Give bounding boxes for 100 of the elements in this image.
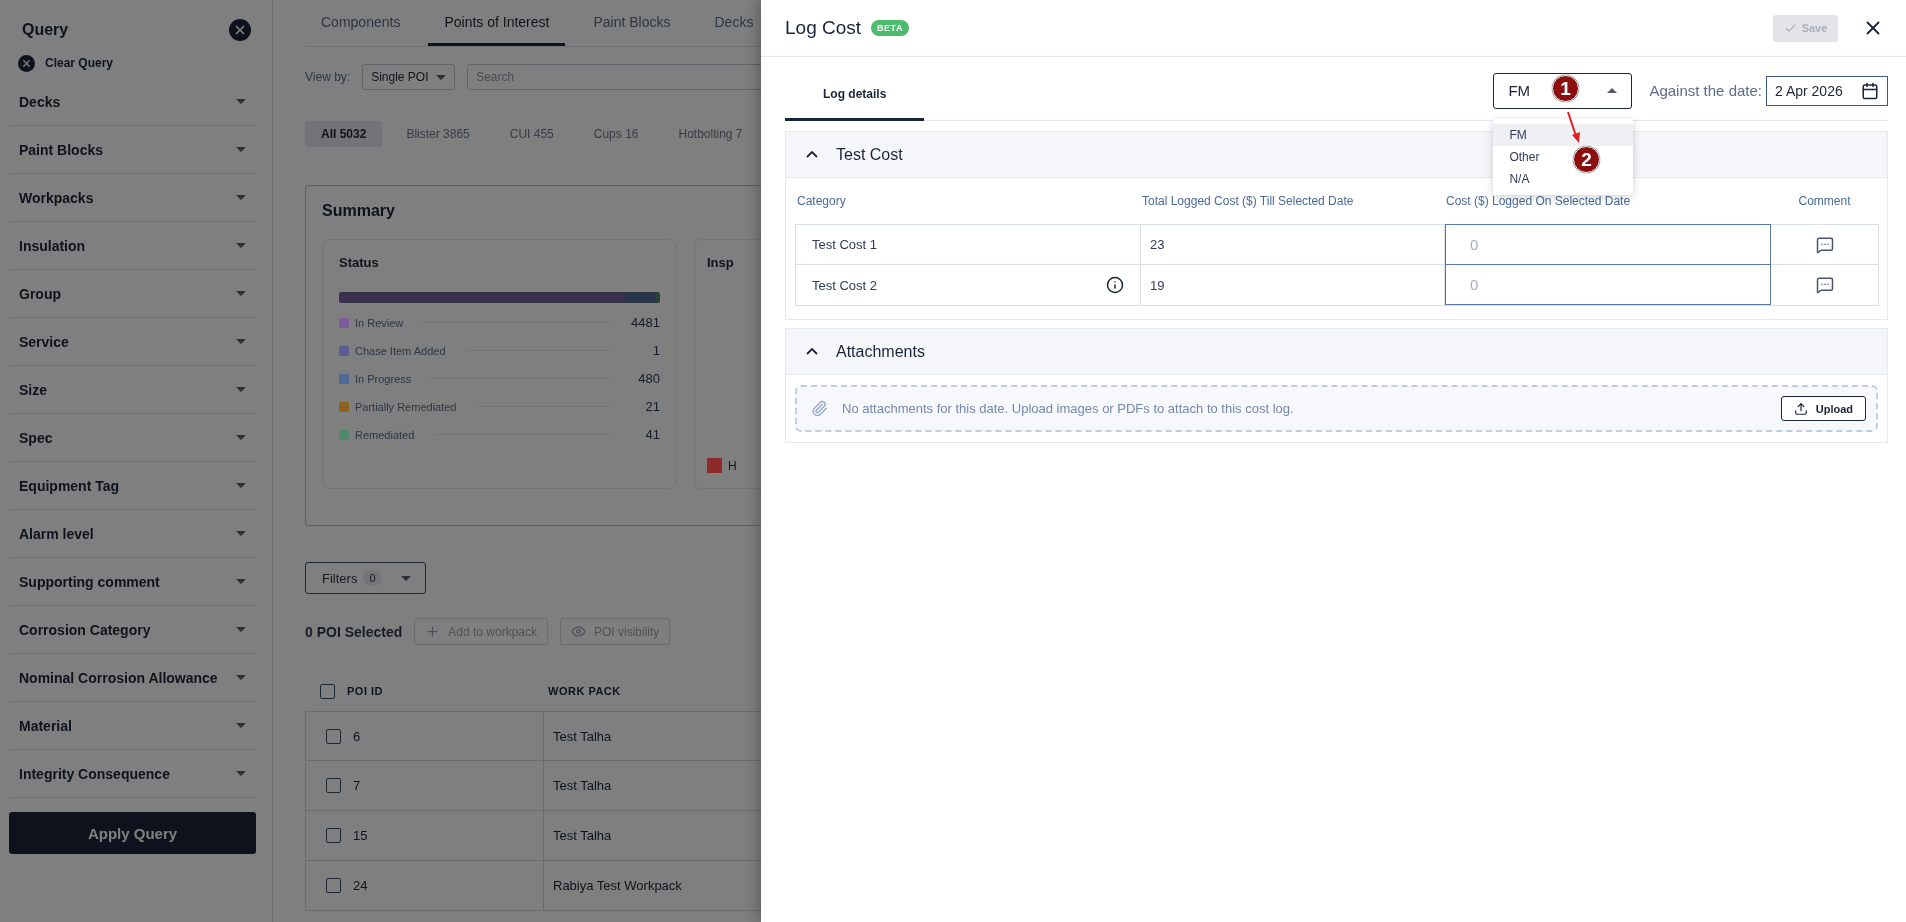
checkbox[interactable] bbox=[326, 878, 341, 893]
filter-chip[interactable]: CUI 455 bbox=[493, 121, 570, 147]
column-header: WORK PACK bbox=[548, 685, 621, 697]
caret-icon bbox=[236, 675, 246, 680]
cost-input-field[interactable]: 0 bbox=[1445, 224, 1771, 265]
table-cell: 6 bbox=[353, 728, 361, 744]
date-field[interactable]: 2 Apr 2026 bbox=[1766, 75, 1888, 106]
filter-dropdown[interactable]: Service bbox=[9, 318, 256, 366]
legend-count: 21 bbox=[644, 399, 660, 414]
filter-chip[interactable]: Cups 16 bbox=[577, 121, 655, 147]
date-label: Against the date: bbox=[1649, 82, 1762, 99]
caret-icon bbox=[236, 291, 246, 296]
filter-dropdown[interactable]: Insulation bbox=[9, 222, 256, 270]
tab[interactable]: Decks bbox=[698, 0, 761, 46]
drawer-title: Log Cost bbox=[785, 17, 862, 39]
checkbox[interactable] bbox=[326, 828, 341, 843]
comment-icon bbox=[1815, 276, 1834, 294]
tab[interactable]: Points of Interest bbox=[428, 0, 566, 46]
card-title: Insp bbox=[707, 255, 735, 270]
legend-count: 41 bbox=[644, 427, 660, 442]
filter-dropdown[interactable]: Corrosion Category bbox=[9, 606, 256, 654]
upload-button[interactable]: Upload bbox=[1780, 396, 1866, 421]
section-title: Test Cost bbox=[836, 145, 903, 164]
search-field[interactable]: Search bbox=[467, 64, 761, 90]
caret-icon bbox=[236, 147, 246, 152]
calendar-icon bbox=[1861, 81, 1879, 100]
clear-query-button[interactable]: Clear Query bbox=[9, 52, 114, 74]
caret-icon bbox=[236, 579, 246, 584]
filter-dropdown[interactable]: Group bbox=[9, 270, 256, 318]
caret-icon bbox=[1607, 88, 1618, 93]
caret-icon bbox=[401, 575, 411, 581]
section-title: Attachments bbox=[836, 342, 925, 361]
chevron-icon bbox=[806, 151, 818, 158]
table-cell: 7 bbox=[353, 778, 361, 793]
clear-icon bbox=[18, 54, 35, 72]
column-header: Comment bbox=[1797, 194, 1852, 208]
filter-chip[interactable]: Hotbolting 7 bbox=[662, 121, 759, 147]
caret-icon bbox=[236, 531, 246, 536]
beta-badge: BETA bbox=[871, 20, 909, 36]
filter-chip[interactable]: All 5032 bbox=[305, 121, 383, 147]
tab[interactable]: Components bbox=[305, 0, 417, 46]
filter-dropdown[interactable]: Supporting comment bbox=[9, 558, 256, 606]
column-header: Category bbox=[796, 194, 847, 208]
column-header: Total Logged Cost ($) Till Selected Date bbox=[1141, 194, 1355, 208]
filter-dropdown[interactable]: Nominal Corrosion Allowance bbox=[9, 654, 256, 702]
filter-dropdown[interactable]: Material bbox=[9, 702, 256, 750]
legend-label: Remediated bbox=[355, 428, 415, 441]
filter-dropdown[interactable]: Workpacks bbox=[9, 174, 256, 222]
filter-chip[interactable]: Blister 3865 bbox=[390, 121, 486, 147]
caret-icon bbox=[236, 723, 246, 728]
filter-dropdown[interactable]: Alarm level bbox=[9, 510, 256, 558]
filter-dropdown[interactable]: Decks bbox=[9, 78, 256, 126]
category-label: Test Cost 2 bbox=[812, 277, 878, 293]
upload-icon bbox=[1793, 401, 1808, 416]
card-title: Status bbox=[339, 255, 380, 270]
info-icon[interactable] bbox=[1106, 276, 1124, 294]
table-cell: Rabiya Test Workpack bbox=[553, 878, 682, 893]
filter-dropdown[interactable]: Spec bbox=[9, 414, 256, 462]
legend-count: 4481 bbox=[630, 315, 660, 330]
caret-icon bbox=[236, 99, 246, 104]
menu-item[interactable]: N/A bbox=[1493, 167, 1634, 190]
table-cell: Test Talha bbox=[553, 828, 612, 843]
paperclip-icon bbox=[811, 400, 828, 417]
category-label: Test Cost 1 bbox=[812, 237, 878, 252]
filter-dropdown[interactable]: Paint Blocks bbox=[9, 126, 256, 174]
legend-count: 480 bbox=[637, 371, 660, 386]
arrow-icon bbox=[1565, 110, 1583, 144]
table-cell: Test Talha bbox=[553, 778, 612, 793]
filter-dropdown[interactable]: Size bbox=[9, 366, 256, 414]
tab[interactable]: Log details bbox=[785, 69, 925, 121]
cost-input-field[interactable]: 0 bbox=[1445, 264, 1771, 305]
legend-label: Partially Remediated bbox=[355, 400, 457, 413]
section-header[interactable]: Attachments bbox=[786, 329, 1887, 375]
view-by-label: View by: bbox=[305, 70, 351, 84]
apply-query-button[interactable]: Apply Query bbox=[9, 812, 256, 854]
filters-button[interactable]: Filters 0 bbox=[305, 562, 426, 594]
table-cell: 15 bbox=[353, 828, 368, 843]
caret-icon bbox=[236, 195, 246, 200]
column-header: POI ID bbox=[347, 685, 383, 697]
filter-dropdown[interactable]: Equipment Tag bbox=[9, 462, 256, 510]
table-cell: 24 bbox=[353, 878, 368, 893]
empty-message: No attachments for this date. Upload images or PDFs to attach to this cost log. bbox=[842, 401, 1295, 416]
caret-icon bbox=[436, 74, 447, 80]
caret-icon bbox=[236, 243, 246, 248]
menu-item[interactable]: FM bbox=[1493, 123, 1634, 146]
eye-icon bbox=[571, 624, 586, 639]
checkbox[interactable] bbox=[326, 778, 341, 793]
legend-label: Chase Item Added bbox=[355, 344, 446, 357]
checkbox[interactable] bbox=[320, 683, 335, 699]
tab[interactable]: Paint Blocks bbox=[577, 0, 687, 46]
drop-zone[interactable]: No attachments for this date. Upload images or PDFs to attach to this cost log. Upload bbox=[795, 385, 1878, 432]
close-icon bbox=[233, 23, 247, 37]
filter-dropdown[interactable]: Integrity Consequence bbox=[9, 750, 256, 798]
caret-icon bbox=[236, 771, 246, 776]
count-pill: 0 bbox=[363, 570, 382, 586]
view-by-select[interactable]: Single POI bbox=[362, 64, 456, 90]
table-cell: Test Talha bbox=[553, 728, 612, 744]
legend-label: H bbox=[728, 458, 737, 473]
checkbox[interactable] bbox=[326, 728, 341, 744]
legend-label: In Review bbox=[355, 316, 404, 329]
